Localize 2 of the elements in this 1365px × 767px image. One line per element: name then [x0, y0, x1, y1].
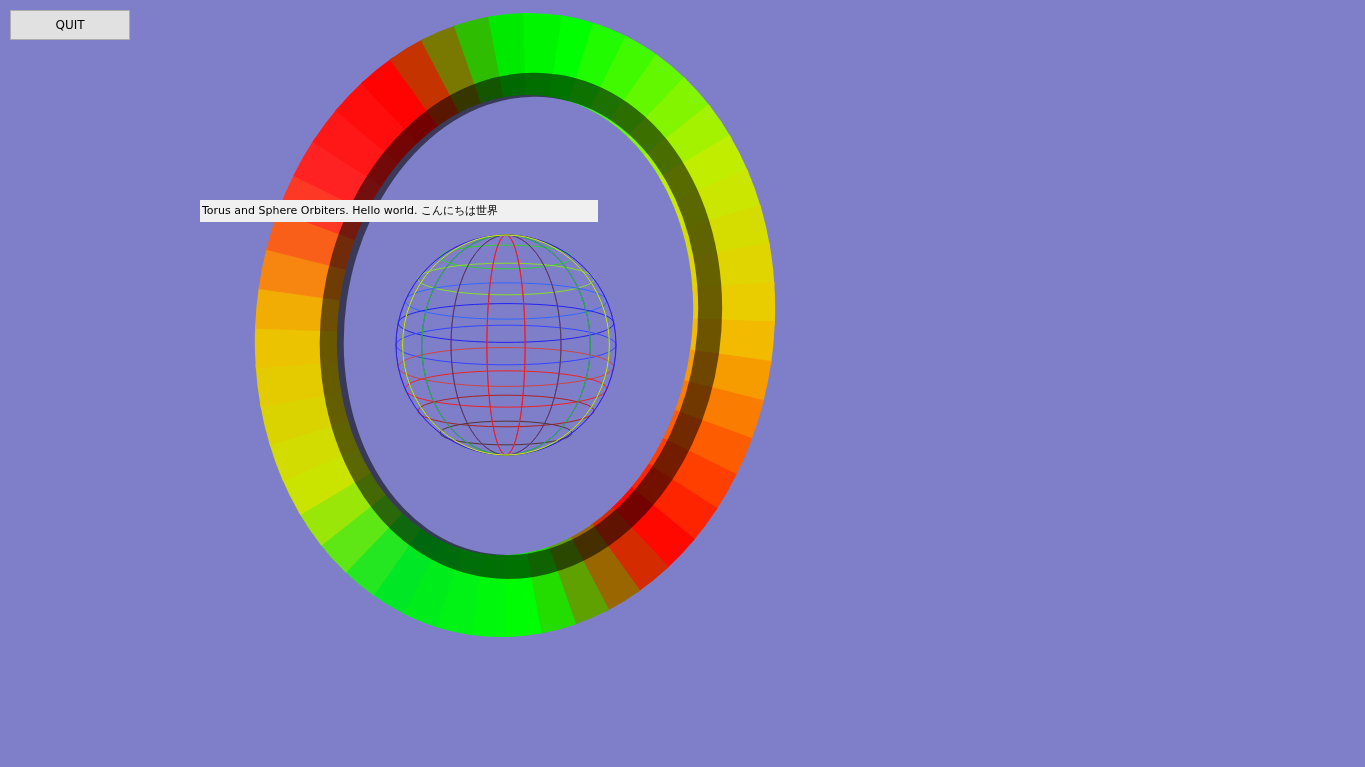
quit-button[interactable]: QUIT	[10, 10, 130, 40]
caption-label: Torus and Sphere Orbiters. Hello world. こんにちは世界	[200, 200, 598, 222]
